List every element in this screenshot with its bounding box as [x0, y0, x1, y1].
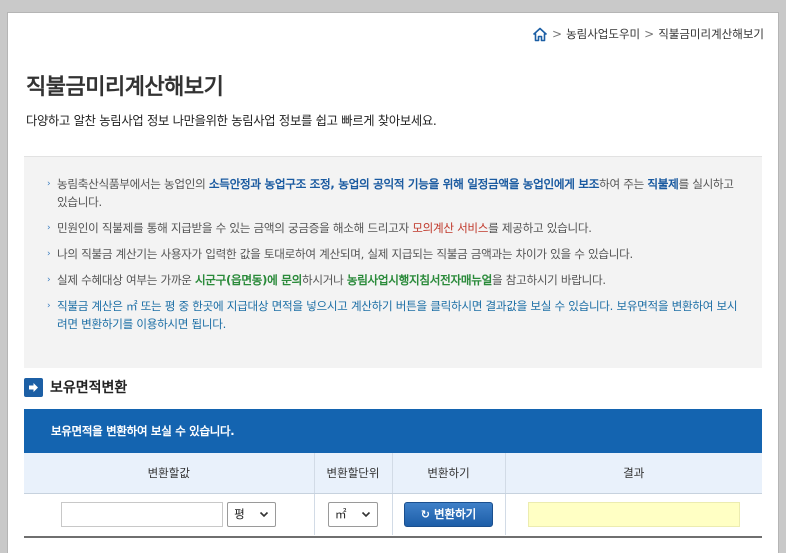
home-icon[interactable] — [532, 27, 548, 42]
info-box: › 농림축산식품부에서는 농업인의 소득안정과 농업구조 조정, 농업의 공익적… — [24, 156, 762, 368]
breadcrumb-item-current: 직불금미리계산해보기 — [658, 27, 764, 41]
bullet-icon: › — [47, 223, 51, 233]
info-item: › 직불금 계산은 ㎡ 또는 평 중 한곳에 지급대상 면적을 넣으시고 계산하… — [47, 297, 744, 333]
info-item: › 실제 수혜대상 여부는 가까운 시군구(읍면동)에 문의하시거나 농림사업시… — [47, 271, 744, 289]
info-highlight: 직불제 — [647, 177, 679, 191]
header-unit: 변환할단위 — [314, 453, 393, 494]
to-unit-value: ㎡ — [335, 507, 347, 522]
info-text: 나의 직불금 계산기는 사용자가 입력한 값을 토대로하여 계산되며, 실제 지… — [57, 247, 633, 261]
table-bottom-divider — [24, 536, 762, 538]
section-heading: 보유면적변환 — [24, 377, 127, 397]
breadcrumb-item-helper[interactable]: 농림사업도우미 — [566, 26, 640, 42]
info-item: › 나의 직불금 계산기는 사용자가 입력한 값을 토대로하여 계산되며, 실제… — [47, 245, 744, 263]
section-title: 보유면적변환 — [50, 380, 128, 396]
value-cell: 평 — [24, 493, 315, 535]
info-text: 를 제공하고 있습니다. — [488, 221, 592, 235]
info-text: 농림축산식품부에서는 농업인의 — [57, 177, 209, 191]
header-value: 변환할값 — [24, 453, 315, 494]
breadcrumb-separator: > — [552, 27, 563, 41]
header-convert: 변환하기 — [392, 453, 506, 494]
bullet-icon: › — [47, 275, 51, 285]
info-text: 하여 주는 — [599, 177, 648, 191]
result-field — [527, 501, 740, 527]
info-link-manual[interactable]: 농림사업시행지침서전자매뉴얼 — [347, 273, 492, 287]
header-result: 결과 — [505, 453, 762, 494]
info-text: 민원인이 직불제를 통해 지급받을 수 있는 금액의 궁금증을 해소해 드리고자 — [57, 221, 413, 235]
from-unit-select[interactable]: 평 — [227, 501, 277, 527]
page-title: 직불금미리계산해보기 — [26, 75, 224, 100]
to-unit-select[interactable]: ㎡ — [328, 501, 378, 527]
info-link-local-office[interactable]: 시군구(읍면동)에 문의 — [195, 273, 302, 287]
breadcrumb: > 농림사업도우미 > 직불금미리계산해보기 — [532, 25, 764, 43]
info-item: › 농림축산식품부에서는 농업인의 소득안정과 농업구조 조정, 농업의 공익적… — [47, 175, 744, 211]
section-banner: 보유면적을 변환하여 보실 수 있습니다. — [24, 409, 762, 453]
convert-cell: ↻ 변환하기 — [392, 493, 506, 535]
info-highlight: 소득안정과 농업구조 조정, 농업의 공익적 기능을 위해 일정금액을 농업인에… — [208, 177, 600, 191]
chevron-down-icon — [361, 512, 371, 518]
unit-cell: ㎡ — [314, 493, 393, 535]
bullet-icon: › — [47, 179, 51, 189]
page-container: > 농림사업도우미 > 직불금미리계산해보기 직불금미리계산해보기 다양하고 알… — [7, 12, 779, 553]
table-row: 평 ㎡ ↻ 변환하기 — [24, 493, 762, 535]
info-text: 직불금 계산은 ㎡ 또는 평 중 한곳에 지급대상 면적을 넣으시고 계산하기 … — [57, 299, 738, 331]
info-text: 을 참고하시기 바랍니다. — [491, 273, 606, 287]
info-highlight: 모의계산 서비스 — [412, 221, 489, 235]
page-subtitle: 다양하고 알찬 농림사업 정보 나만을위한 농림사업 정보를 쉽고 빠르게 찾아… — [26, 114, 437, 128]
chevron-down-icon — [260, 512, 269, 518]
conversion-table: 변환할값 변환할단위 변환하기 결과 평 ㎡ ↻ 변환하기 — [24, 453, 762, 535]
from-unit-value: 평 — [234, 507, 245, 522]
table-header-row: 변환할값 변환할단위 변환하기 결과 — [24, 453, 762, 494]
bullet-icon: › — [47, 249, 51, 259]
info-text: 하시거나 — [301, 273, 347, 287]
breadcrumb-separator: > — [644, 27, 655, 41]
value-input[interactable] — [61, 501, 224, 527]
info-item: › 민원인이 직불제를 통해 지급받을 수 있는 금액의 궁금증을 해소해 드리… — [47, 219, 744, 237]
bullet-icon: › — [47, 301, 51, 311]
convert-button[interactable]: ↻ 변환하기 — [404, 501, 493, 527]
result-cell — [505, 493, 762, 535]
arrow-right-icon — [24, 377, 43, 397]
info-text: 실제 수혜대상 여부는 가까운 — [57, 273, 195, 287]
convert-button-label: 변환하기 — [433, 507, 477, 522]
refresh-icon: ↻ — [420, 507, 430, 521]
